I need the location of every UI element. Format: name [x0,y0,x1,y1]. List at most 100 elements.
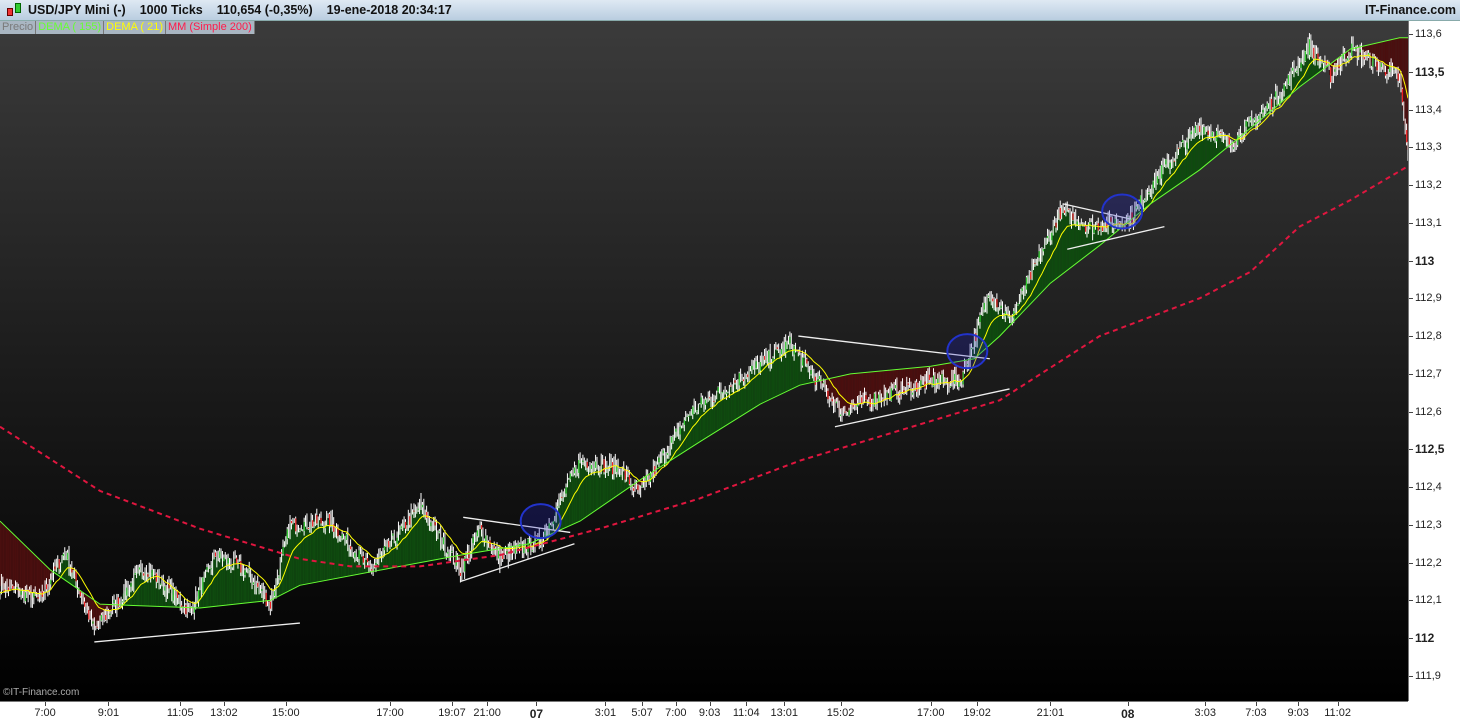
candle-body [232,567,233,568]
candle-body [963,372,964,384]
candle-body [1001,306,1002,308]
indicator-fill [214,555,215,607]
candle-body [130,583,131,587]
candle-body [152,570,153,576]
candle-body [946,379,947,381]
indicator-fill [750,368,751,410]
y-axis[interactable]: 113,6113,5113,4113,3113,2113,1113112,911… [1408,21,1460,701]
candle-body [84,602,85,607]
y-tick [1409,676,1413,677]
candle-body [1140,195,1141,203]
indicator-fill [586,465,587,517]
indicator-fill [13,534,14,589]
candle-body [494,546,495,548]
candle-body [726,392,727,393]
candle-body [25,592,26,601]
candle-body [1005,311,1006,316]
legend-dema-155[interactable]: DEMA ( 155) [36,21,104,34]
legend-dema-21[interactable]: DEMA ( 21) [104,21,166,34]
candle-body [1250,117,1251,120]
x-tick [1128,702,1129,706]
candle-body [346,534,347,540]
indicator-fill [37,557,38,598]
candle-body [958,382,959,387]
candle-body [1262,110,1263,113]
indicator-fill [790,343,791,390]
candle-body [777,347,778,349]
candle-body [447,552,448,554]
candle-body [506,551,507,554]
candle-body [785,342,786,352]
indicator-fill [301,531,302,585]
candle-body [680,427,681,435]
candle-body [375,563,376,565]
x-tick [224,702,225,706]
candle-body [215,552,216,556]
legend-mm-200[interactable]: MM (Simple 200) [166,21,255,34]
candle-body [206,567,207,570]
indicator-fill [681,425,682,453]
x-tick-label: 17:00 [917,707,945,719]
candle-body [887,393,888,398]
indicator-fill [582,461,583,519]
x-axis[interactable]: 7:009:0111:0513:0215:0017:0019:0721:0007… [0,701,1408,720]
legend-price[interactable]: Precio [0,21,36,34]
candle-body [1258,116,1259,119]
indicator-fill [580,460,581,520]
candle-body [992,299,993,302]
candle-body [1186,143,1187,150]
y-tick-label: 112,7 [1415,368,1442,380]
y-tick [1409,110,1413,111]
candle-body [122,601,123,602]
x-tick [45,702,46,706]
candle-body [1300,63,1301,68]
candlestick-icon [4,1,24,19]
candle-body [1047,236,1048,238]
candle-body [713,401,714,402]
candle-body [350,546,351,549]
chart-svg [0,21,1408,701]
candle-body [1351,44,1352,56]
candle-body [675,429,676,431]
indicator-fill [1059,213,1060,276]
indicator-fill [848,374,849,413]
x-tick [536,702,537,706]
candle-body [557,506,558,507]
x-tick [1256,702,1257,706]
candle-body [409,516,410,525]
x-tick-label: 7:00 [34,707,55,719]
candle-body [1237,135,1238,145]
indicator-fill [284,540,285,593]
candle-body [261,589,262,591]
x-tick [784,702,785,706]
candle-body [895,385,896,388]
indicator-fill [421,506,422,562]
candle-body [578,460,579,473]
candle-body [941,374,942,382]
y-tick-label: 113,1 [1415,217,1442,229]
x-tick [931,702,932,706]
indicator-fill [20,541,21,593]
indicator-fill [4,526,5,588]
indicator-fill [300,530,301,585]
candle-body [629,475,630,484]
candle-body [1288,75,1289,84]
indicator-fill [413,511,414,564]
indicator-fill [28,549,29,591]
candle-body [730,386,731,387]
indicator-fill [707,398,708,437]
chart-plot-area[interactable] [0,21,1408,701]
candle-body [1330,68,1331,82]
candle-body [1165,159,1166,164]
candle-body [663,450,664,453]
candle-body [802,358,803,366]
candle-body [1296,71,1297,72]
candle-body [532,550,533,551]
candle-body [823,382,824,383]
x-tick-label: 3:01 [595,707,616,719]
indicator-fill [584,463,585,518]
candle-body [418,509,419,510]
candle-body [397,538,398,544]
indicator-fill [1063,212,1064,273]
y-tick [1409,185,1413,186]
